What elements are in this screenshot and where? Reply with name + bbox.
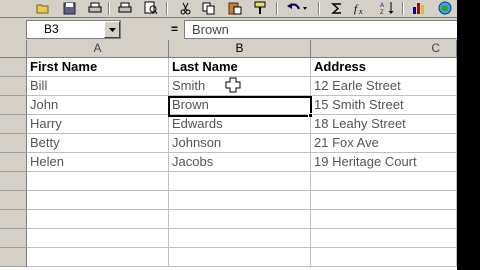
row-header[interactable] [0, 77, 27, 96]
cell[interactable]: 15 Smith Street [311, 96, 457, 115]
cell[interactable]: Betty [27, 134, 169, 153]
chevron-down-icon [108, 27, 116, 32]
row-header[interactable] [0, 191, 27, 210]
fill-handle[interactable] [308, 113, 313, 118]
formula-equals-sign: = [171, 22, 179, 36]
row-header[interactable] [0, 58, 27, 77]
row-header[interactable] [0, 248, 27, 267]
select-all-corner[interactable] [0, 40, 27, 58]
format-painter-icon[interactable] [252, 0, 270, 16]
toolbar-separator [108, 2, 110, 15]
cell[interactable]: Helen [27, 153, 169, 172]
cut-icon[interactable] [176, 0, 194, 16]
cell[interactable] [169, 229, 311, 248]
cell-cursor-icon [225, 77, 241, 93]
cell[interactable] [311, 229, 457, 248]
copy-icon[interactable] [200, 0, 218, 16]
cell[interactable]: Jacobs [169, 153, 311, 172]
cell[interactable]: Johnson [169, 134, 311, 153]
sort-ascending-icon[interactable]: AZ [378, 0, 396, 16]
cell[interactable] [311, 191, 457, 210]
cell[interactable] [311, 248, 457, 267]
cell[interactable]: Bill [27, 77, 169, 96]
cell[interactable] [27, 210, 169, 229]
cell[interactable] [311, 210, 457, 229]
cell[interactable] [169, 191, 311, 210]
function-icon[interactable]: fx [352, 0, 370, 16]
cell[interactable] [27, 229, 169, 248]
toolbar-separator [402, 2, 404, 15]
window-edge [457, 0, 480, 270]
cell[interactable]: John [27, 96, 169, 115]
toolbar-separator [166, 2, 168, 15]
name-box-dropdown[interactable] [104, 21, 120, 38]
cell[interactable] [169, 210, 311, 229]
column-header-a[interactable]: A [27, 40, 169, 58]
cell[interactable]: Last Name [169, 58, 311, 77]
chart-wizard-icon[interactable] [410, 0, 428, 16]
cell[interactable]: Edwards [169, 115, 311, 134]
cell[interactable]: 18 Leahy Street [311, 115, 457, 134]
cell[interactable]: 19 Heritage Court [311, 153, 457, 172]
row-header[interactable] [0, 210, 27, 229]
undo-icon[interactable] [284, 0, 310, 16]
cell[interactable]: Harry [27, 115, 169, 134]
print-preview-icon[interactable] [142, 0, 160, 16]
print-icon-2[interactable] [116, 0, 134, 16]
cell[interactable]: Address [311, 58, 457, 77]
toolbar-separator [276, 2, 278, 15]
worksheet-grid: A B C First Name Last Name Address Bill Smit… [0, 40, 457, 270]
cell[interactable]: 21 Fox Ave [311, 134, 457, 153]
cell[interactable] [169, 172, 311, 191]
paste-icon[interactable] [226, 0, 244, 16]
row-header[interactable] [0, 115, 27, 134]
standard-toolbar: fx AZ [0, 0, 457, 18]
row-header[interactable] [0, 229, 27, 248]
selected-cell-border [168, 96, 312, 117]
row-header[interactable] [0, 96, 27, 115]
svg-text:A: A [380, 3, 384, 9]
cell[interactable] [169, 248, 311, 267]
map-icon[interactable] [436, 0, 454, 16]
formula-bar: B3 = Brown [0, 18, 457, 40]
svg-text:x: x [358, 7, 363, 15]
row-header[interactable] [0, 134, 27, 153]
formula-input[interactable]: Brown [184, 20, 457, 39]
toolbar-separator [318, 2, 320, 15]
print-icon[interactable] [86, 0, 104, 16]
cell[interactable] [27, 172, 169, 191]
excel-window: fx AZ B3 = Brown A B C First Name Last Na… [0, 0, 457, 270]
row-header[interactable] [0, 172, 27, 191]
column-header-c[interactable]: C [311, 40, 457, 58]
autosum-icon[interactable] [328, 0, 346, 16]
open-icon[interactable] [34, 0, 52, 16]
svg-text:Z: Z [380, 10, 384, 15]
cell[interactable] [311, 172, 457, 191]
cell[interactable] [27, 191, 169, 210]
cell[interactable]: First Name [27, 58, 169, 77]
column-header-b[interactable]: B [169, 40, 311, 58]
cell[interactable] [27, 248, 169, 267]
cell[interactable]: 12 Earle Street [311, 77, 457, 96]
row-header[interactable] [0, 153, 27, 172]
save-icon[interactable] [60, 0, 78, 16]
